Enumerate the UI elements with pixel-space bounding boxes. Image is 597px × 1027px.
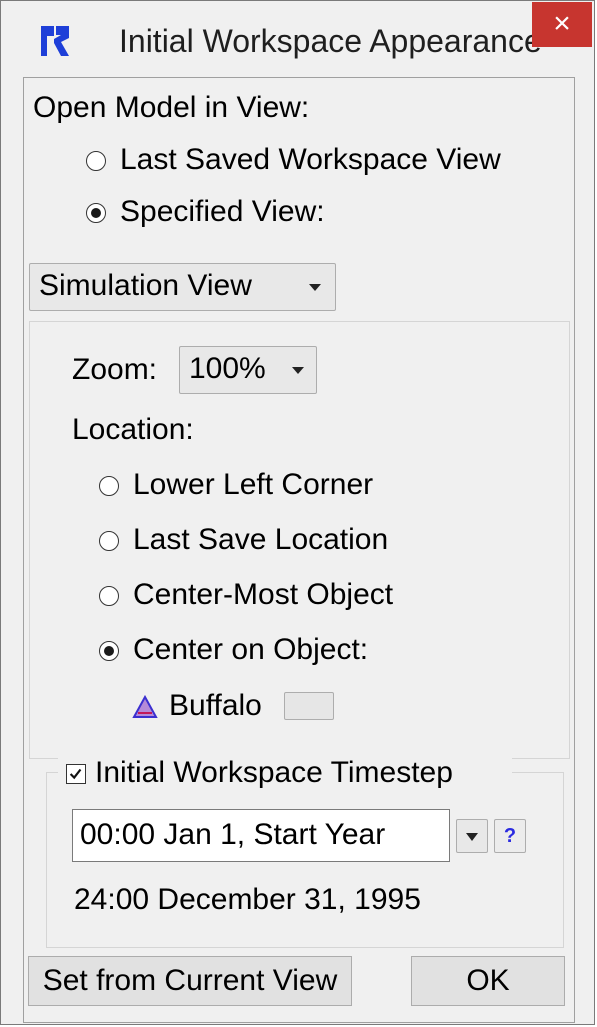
help-icon: ? — [503, 825, 517, 847]
zoom-label: Zoom: — [72, 353, 158, 386]
timestep-checkbox-label: Initial Workspace Timestep — [95, 756, 453, 789]
close-icon: × — [553, 7, 571, 40]
radio-circle[interactable] — [99, 476, 119, 496]
reservoir-triangle-icon — [132, 695, 158, 718]
chevron-down-icon — [292, 367, 304, 374]
zoom-value: 100% — [189, 352, 266, 385]
help-button[interactable]: ? — [494, 819, 526, 853]
checkmark-icon — [69, 768, 82, 780]
ok-button[interactable]: OK — [411, 956, 565, 1006]
title-bar[interactable]: Initial Workspace Appearance × — [1, 1, 594, 77]
close-button[interactable]: × — [532, 2, 592, 47]
radio-circle[interactable] — [99, 641, 119, 661]
location-group: Zoom: 100% Location: Lower Left Corner L… — [29, 321, 570, 759]
open-model-label: Open Model in View: — [33, 91, 310, 124]
radio-label: Center on Object: — [133, 633, 369, 666]
timestep-resolved-date: 24:00 December 31, 1995 — [74, 883, 421, 916]
set-from-current-view-button[interactable]: Set from Current View — [28, 956, 352, 1006]
timestep-group-header: Initial Workspace Timestep — [58, 753, 512, 793]
radio-circle[interactable] — [99, 586, 119, 606]
timestep-checkbox[interactable] — [66, 764, 86, 784]
timestep-dropdown-button[interactable] — [456, 819, 488, 853]
timestep-input-value: 00:00 Jan 1, Start Year — [80, 818, 386, 851]
dialog-content: Open Model in View: Last Saved Workspace… — [23, 77, 575, 1023]
radio-circle[interactable] — [86, 203, 106, 223]
view-dropdown[interactable]: Simulation View — [29, 263, 336, 311]
radio-label: Lower Left Corner — [133, 468, 374, 501]
location-label: Location: — [72, 413, 194, 446]
radio-circle[interactable] — [99, 531, 119, 551]
radio-label: Center-Most Object — [133, 578, 394, 611]
chevron-down-icon — [309, 284, 321, 291]
radio-label: Last Save Location — [133, 523, 389, 556]
timestep-input[interactable]: 00:00 Jan 1, Start Year — [72, 809, 450, 862]
window-title: Initial Workspace Appearance — [119, 23, 542, 59]
radio-circle[interactable] — [86, 151, 106, 171]
radio-label: Specified View: — [120, 195, 325, 228]
zoom-dropdown[interactable]: 100% — [179, 346, 317, 394]
dialog-window: Initial Workspace Appearance × Open Mode… — [0, 0, 595, 1025]
object-name: Buffalo — [169, 689, 262, 722]
riverware-logo-icon — [37, 23, 73, 59]
select-object-button[interactable] — [284, 692, 334, 720]
radio-label: Last Saved Workspace View — [120, 143, 501, 176]
view-dropdown-value: Simulation View — [39, 269, 252, 302]
chevron-down-icon — [466, 833, 478, 841]
